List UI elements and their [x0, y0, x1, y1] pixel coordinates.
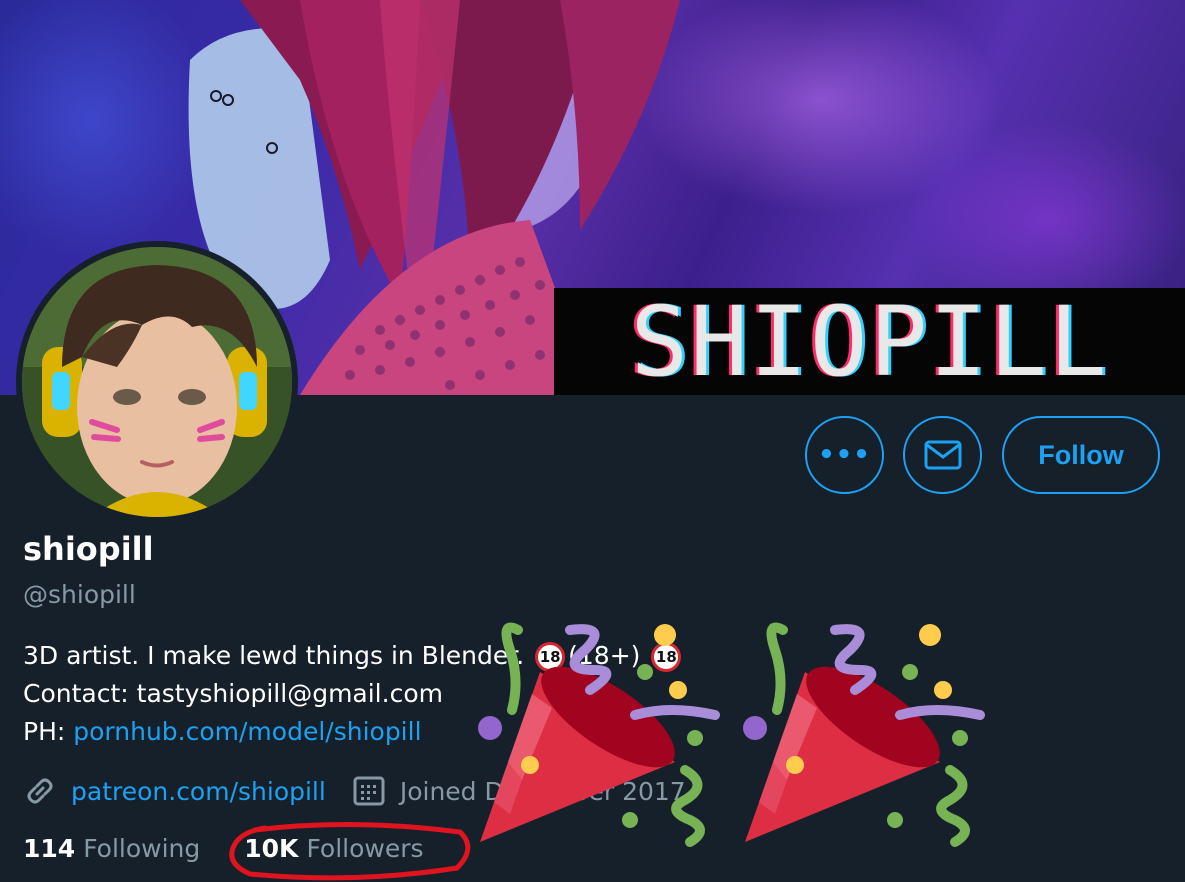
no-under-18-emoji: 18 [651, 642, 682, 672]
bio-contact: Contact: tastyshiopill@gmail.com [23, 679, 443, 708]
profile-bio: 3D artist. I make lewd things in Blender… [23, 637, 684, 751]
profile-stats: 114 Following 10K Followers [23, 834, 424, 863]
website-link[interactable]: patreon.com/shiopill [71, 777, 326, 806]
bio-line-1: 3D artist. I make lewd things in Blender… [23, 637, 684, 675]
following-stat[interactable]: 114 Following [23, 834, 200, 863]
avatar[interactable] [16, 241, 298, 523]
follow-button[interactable]: Follow [1002, 416, 1160, 494]
more-options-icon: ••• [818, 440, 871, 470]
envelope-icon [924, 440, 961, 470]
message-button[interactable] [903, 416, 982, 494]
bio-text: 3D artist. I make lewd things in Blender… [23, 641, 525, 670]
followers-count: 10K [244, 834, 299, 863]
party-popper-emoji [743, 622, 985, 847]
bio-ph-link[interactable]: pornhub.com/model/shiopill [73, 717, 421, 746]
avatar-image [22, 247, 292, 517]
followers-label: Followers [306, 834, 424, 863]
link-icon [27, 778, 53, 804]
user-handle: @shiopill [23, 580, 136, 609]
bio-adult-tag: (18+) [568, 641, 641, 670]
display-name: shiopill [23, 530, 154, 568]
following-label: Following [83, 834, 201, 863]
banner-logo-text: SHIOPILL [554, 286, 1185, 395]
bio-ph-label: PH: [23, 717, 66, 746]
following-count: 114 [23, 834, 76, 863]
calendar-icon [353, 776, 385, 806]
profile-meta: patreon.com/shiopill Joined December 201… [23, 774, 686, 808]
more-options-button[interactable]: ••• [805, 416, 884, 494]
joined-date: Joined December 2017 [399, 776, 686, 806]
bio-line-3: PH: pornhub.com/model/shiopill [23, 713, 684, 751]
followers-stat[interactable]: 10K Followers [244, 834, 423, 863]
no-under-18-emoji: 18 [535, 642, 566, 672]
